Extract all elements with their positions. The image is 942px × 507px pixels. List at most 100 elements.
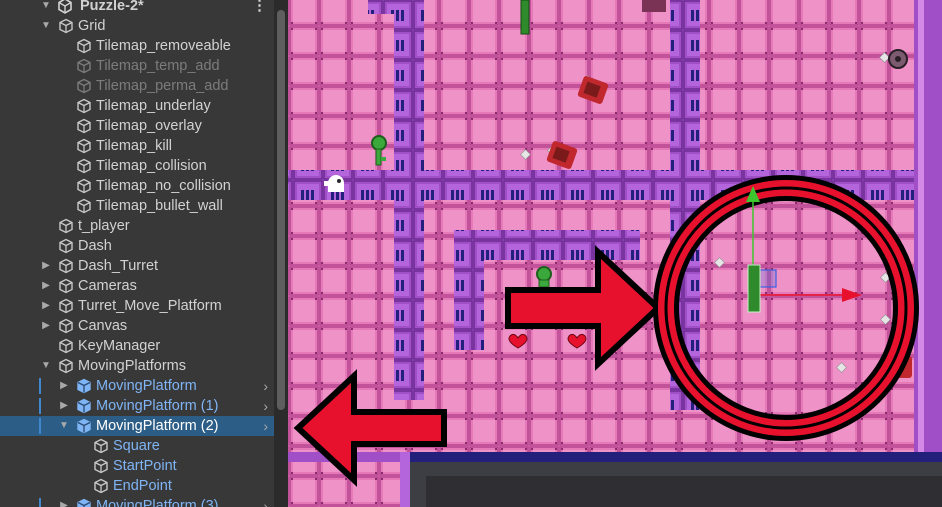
gameobject-icon [94,478,108,494]
scene-header-row[interactable]: ▼ Puzzle-2* ⋮ [0,0,274,16]
key-icon[interactable] [536,266,552,288]
open-prefab-chevron-icon[interactable]: › [263,497,268,507]
hierarchy-item-label: Tilemap_perma_add [96,78,229,94]
scene-title: Puzzle-2* [80,0,144,14]
selected-platform-sprite[interactable] [747,264,761,313]
hierarchy-row[interactable]: EndPoint [0,476,274,496]
fold-closed-icon[interactable]: ▶ [58,499,70,507]
hierarchy-item-label: Tilemap_kill [96,138,173,154]
gameobject-icon [77,118,91,134]
hierarchy-scroll-thumb[interactable] [277,10,285,410]
gameobject-icon [59,258,73,274]
hierarchy-row[interactable]: ▶ Turret_Move_Platform [0,296,274,316]
hierarchy-item-label: StartPoint [113,458,177,474]
turret-icon[interactable] [888,49,908,69]
fold-open-icon[interactable]: ▼ [40,19,52,33]
gameobject-icon [77,178,91,194]
kebab-menu-icon[interactable]: ⋮ [252,0,267,15]
hierarchy-item-label: Canvas [78,318,128,334]
hierarchy-item-label: Tilemap_no_collision [96,178,231,194]
gameobject-icon [77,78,91,94]
scene-view[interactable] [288,0,942,507]
hierarchy-item-label: MovingPlatform [96,378,197,394]
hierarchy-row[interactable]: ▶ Dash_Turret [0,256,274,276]
hierarchy-item-label: Square [113,438,160,454]
hierarchy-row[interactable]: Tilemap_bullet_wall [0,196,274,216]
gameobject-icon [59,278,73,294]
hierarchy-row[interactable]: ▼ MovingPlatforms [0,356,274,376]
hierarchy-item-label: MovingPlatforms [78,358,186,374]
hierarchy-row[interactable]: StartPoint [0,456,274,476]
fold-closed-icon[interactable]: ▶ [40,319,52,333]
prefab-override-marker [39,418,41,434]
open-prefab-chevron-icon[interactable]: › [263,377,268,395]
hierarchy-row[interactable]: t_player [0,216,274,236]
open-prefab-chevron-icon[interactable]: › [263,397,268,415]
hierarchy-row[interactable]: Tilemap_temp_add [0,56,274,76]
gameobject-icon [77,138,91,154]
hierarchy-row[interactable]: ▶ Cameras [0,276,274,296]
hierarchy-row[interactable]: Tilemap_underlay [0,96,274,116]
fold-closed-icon[interactable]: ▶ [58,399,70,413]
hierarchy-item-label: Tilemap_underlay [96,98,211,114]
hierarchy-row[interactable]: Tilemap_removeable [0,36,274,56]
prefab-icon [77,378,91,394]
gameobject-icon [77,58,91,74]
gameobject-icon [59,238,73,254]
gameobject-icon [59,338,73,354]
hierarchy-panel: ▼ Puzzle-2* ⋮ ▼ Grid Tilemap_removeable Til… [0,0,274,507]
hierarchy-item-label: Turret_Move_Platform [78,298,222,314]
gameobject-icon [77,38,91,54]
hierarchy-row[interactable]: KeyManager [0,336,274,356]
hierarchy-row[interactable]: ▶ Canvas [0,316,274,336]
prefab-override-marker [39,378,41,394]
prefab-icon [77,398,91,414]
gameobject-icon [94,438,108,454]
hierarchy-item-label: Tilemap_temp_add [96,58,220,74]
hierarchy-row[interactable]: Tilemap_overlay [0,116,274,136]
gameobject-icon [59,358,73,374]
hierarchy-item-label: MovingPlatform (1) [96,398,219,414]
unity-scene-icon [58,0,72,14]
hierarchy-row[interactable]: ▶ MovingPlatform (3) › [0,496,274,507]
fold-closed-icon[interactable]: ▶ [40,279,52,293]
hierarchy-row[interactable]: Square [0,436,274,456]
fold-open-icon[interactable]: ▼ [40,359,52,373]
gameobject-icon [59,318,73,334]
fold-closed-icon[interactable]: ▶ [40,259,52,273]
hierarchy-item-label: Tilemap_bullet_wall [96,198,223,214]
hierarchy-item-label: Grid [78,18,106,34]
fold-closed-icon[interactable]: ▶ [58,379,70,393]
hierarchy-item-label: EndPoint [113,478,172,494]
hierarchy-item-label: Dash_Turret [78,258,159,274]
hierarchy-item-label: Cameras [78,278,137,294]
hierarchy-row[interactable]: Tilemap_kill [0,136,274,156]
hierarchy-row[interactable]: Dash [0,236,274,256]
platform-sprite[interactable] [520,0,530,35]
fold-closed-icon[interactable]: ▶ [40,299,52,313]
open-prefab-chevron-icon[interactable]: › [263,417,268,435]
gameobject-icon [59,218,73,234]
prefab-override-marker [39,498,41,507]
hierarchy-item-label: t_player [78,218,130,234]
hierarchy-row[interactable]: ▶ MovingPlatform (1) › [0,396,274,416]
fold-open-icon[interactable]: ▼ [58,419,70,433]
hierarchy-item-label: Tilemap_overlay [96,118,202,134]
hierarchy-item-label: MovingPlatform (2) [96,418,219,434]
turret-icon[interactable] [642,0,666,12]
hierarchy-row[interactable]: ▶ MovingPlatform › [0,376,274,396]
hierarchy-item-label: Tilemap_collision [96,158,207,174]
hierarchy-row[interactable]: Tilemap_collision [0,156,274,176]
hierarchy-row[interactable]: Tilemap_perma_add [0,76,274,96]
hierarchy-row[interactable]: Tilemap_no_collision [0,176,274,196]
prefab-icon [77,418,91,434]
scene-canvas[interactable] [288,0,942,507]
fold-open-icon[interactable]: ▼ [40,0,52,13]
hierarchy-item-label: Dash [78,238,112,254]
hierarchy-item-label: MovingPlatform (3) [96,498,219,507]
prefab-icon [77,498,91,507]
hierarchy-row[interactable]: ▼ Grid [0,16,274,36]
hierarchy-row[interactable]: ▼ MovingPlatform (2) › [0,416,274,436]
gameobject-icon [94,458,108,474]
gameobject-icon [77,158,91,174]
